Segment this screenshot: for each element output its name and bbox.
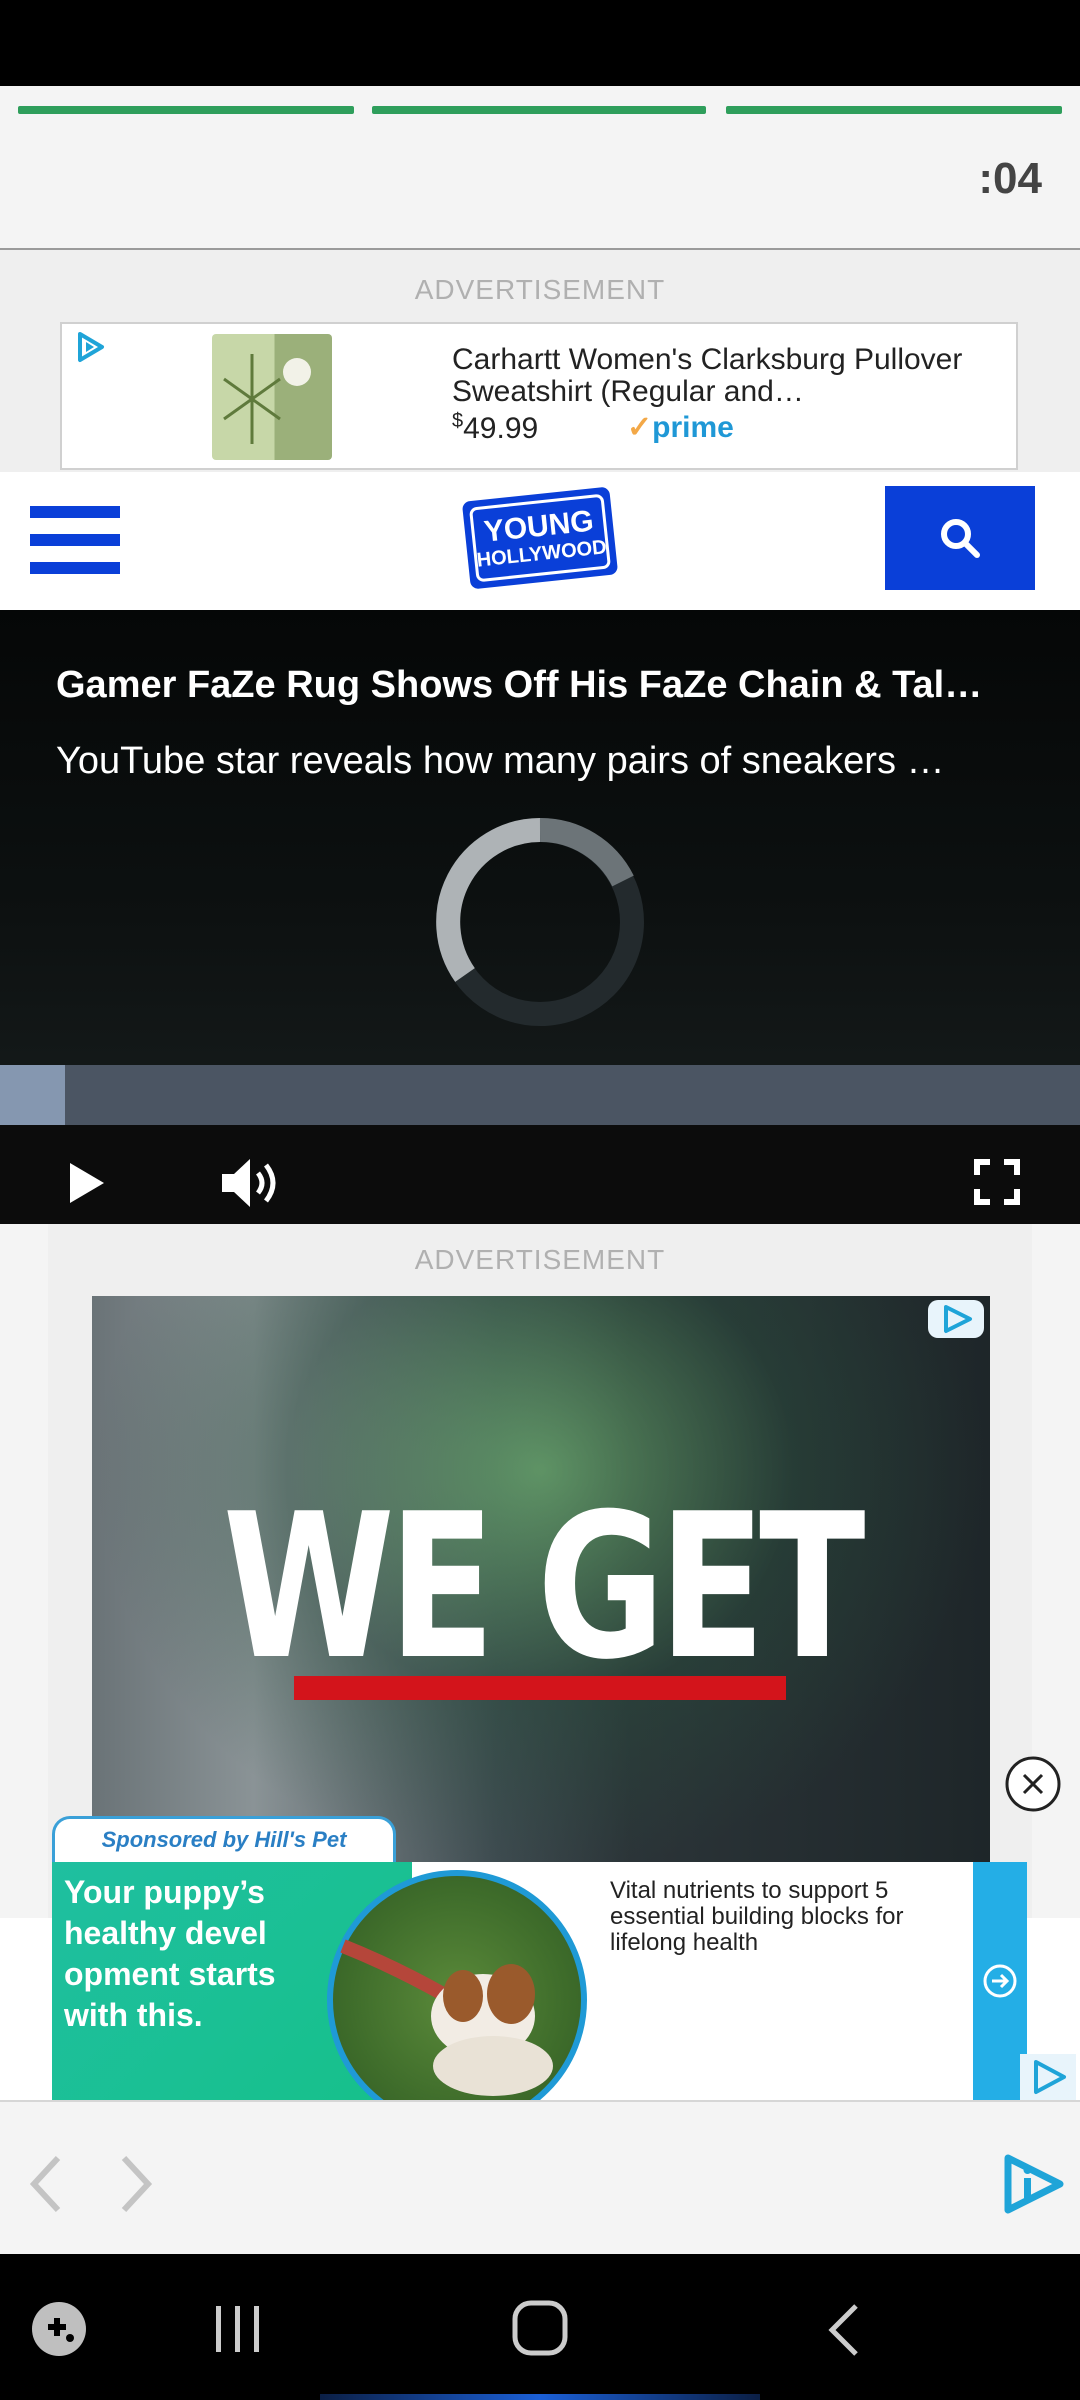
fullscreen-icon[interactable]: [974, 1159, 1020, 1205]
server-room-ad-image[interactable]: WE GET: [92, 1296, 990, 1876]
play-icon[interactable]: [66, 1161, 108, 1205]
prime-label: prime: [652, 411, 734, 444]
story-progress-segment: [372, 106, 706, 114]
forward-icon[interactable]: [116, 2154, 156, 2214]
volume-icon[interactable]: [220, 1155, 282, 1211]
young-hollywood-logo[interactable]: YOUNG HOLLYWOOD: [460, 480, 620, 596]
sponsored-headline: Your puppy’s healthy devel opment starts…: [64, 1874, 276, 2033]
menu-icon-bar: [30, 534, 120, 546]
product-thumbnail[interactable]: [212, 334, 332, 460]
status-bar: [0, 0, 1080, 86]
prime-check-icon: ✓: [627, 411, 653, 444]
story-timer: :04: [978, 154, 1042, 203]
story-progress-segment: [726, 106, 1062, 114]
video-subtitle: YouTube star reveals how many pairs of s…: [56, 740, 945, 782]
adchoices-icon[interactable]: [72, 330, 106, 364]
ad-product-title[interactable]: Carhartt Women's Clarksburg Pullover Swe…: [452, 344, 972, 408]
sponsored-cta[interactable]: [973, 1862, 1027, 2100]
sponsored-copy: Vital nutrients to support 5 essential b…: [610, 1877, 904, 1956]
story-progress-segment: [18, 106, 354, 114]
ad-price: $49.99: [452, 410, 538, 446]
nav-glow: [320, 2394, 760, 2400]
adchoices-corner[interactable]: [1020, 2054, 1076, 2100]
menu-icon: [30, 506, 120, 518]
video-progress-fill: [0, 1065, 65, 1125]
puppy-photo[interactable]: [327, 1870, 587, 2100]
system-nav-bar: [0, 2254, 1080, 2400]
ad-red-bar: [294, 1676, 786, 1700]
adchoices-icon[interactable]: [928, 1300, 984, 1338]
sponsored-tab: Sponsored by Hill's Pet: [52, 1816, 396, 1862]
search-button[interactable]: [885, 486, 1035, 590]
price-value: 49.99: [463, 412, 539, 445]
spinner-icon: [436, 817, 644, 1026]
nav-back-icon[interactable]: [824, 2302, 864, 2358]
site-header: YOUNG HOLLYWOOD: [0, 472, 1080, 610]
search-icon: [941, 519, 980, 558]
story-header: :04: [0, 86, 1080, 250]
video-progress-bar[interactable]: [0, 1065, 1080, 1125]
recents-icon[interactable]: [210, 2302, 266, 2356]
video-controls: [0, 1125, 1080, 1224]
menu-icon-bar: [30, 562, 120, 574]
product-ad[interactable]: Carhartt Women's Clarksburg Pullover Swe…: [60, 322, 1018, 470]
arrow-right-icon: [983, 1964, 1017, 1998]
back-icon[interactable]: [26, 2154, 66, 2214]
ad-label: ADVERTISEMENT: [414, 274, 666, 305]
adchoices-icon[interactable]: [1000, 2152, 1066, 2216]
puppy-image: [340, 1939, 553, 2096]
browser-toolbar: [0, 2100, 1080, 2254]
home-icon[interactable]: [510, 2298, 570, 2358]
snowflake-icon: [223, 354, 311, 444]
ad-headline: WE GET: [222, 1471, 866, 1704]
video-player[interactable]: Gamer FaZe Rug Shows Off His FaZe Chain …: [0, 610, 1080, 1224]
ad-label: ADVERTISEMENT: [414, 1244, 666, 1275]
adchoices-icon: [1034, 2060, 1066, 2094]
video-title: Gamer FaZe Rug Shows Off His FaZe Chain …: [56, 664, 983, 706]
price-currency: $: [452, 410, 464, 432]
game-launcher-icon[interactable]: [30, 2300, 88, 2358]
close-icon[interactable]: [1005, 1756, 1061, 1812]
sponsored-banner[interactable]: Your puppy’s healthy devel opment starts…: [52, 1862, 1027, 2100]
prime-badge: ✓prime: [627, 410, 734, 445]
menu-button[interactable]: [30, 506, 120, 574]
top-ad-section: ADVERTISEMENT Carhartt Women's Clarksbur…: [0, 250, 1080, 472]
